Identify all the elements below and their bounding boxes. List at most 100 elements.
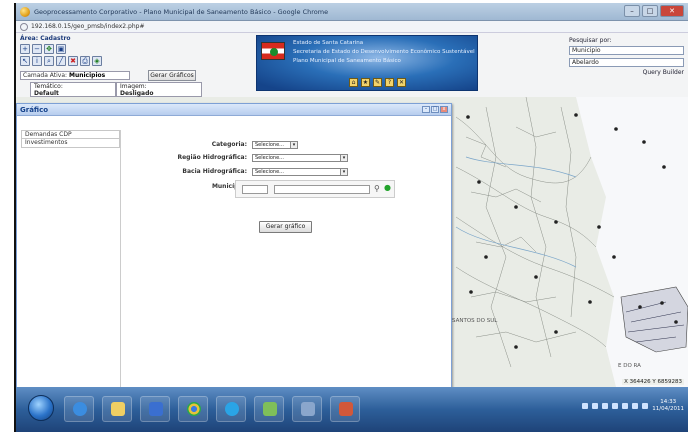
select-icon[interactable]: ↖ [20,56,30,66]
search-icon[interactable]: ⚲ [374,184,380,193]
tray-icon[interactable] [582,403,588,409]
categoria-value: Selecione... [255,142,284,148]
home-icon[interactable]: ⌂ [349,78,358,87]
network-icon[interactable] [642,403,648,409]
municipio-picker: ⚲ ● [235,180,395,198]
dialog-title: Gráfico [20,106,49,114]
app-icon [263,402,277,416]
tematico-box[interactable]: Temático: Default [30,82,116,97]
banner-line-3: Plano Municipal de Saneamento Básico [293,58,401,64]
zoom-in-icon[interactable]: + [20,44,30,54]
imagem-box[interactable]: Imagem: Desligado [116,82,202,97]
add-icon[interactable]: ● [384,183,391,192]
state-flag-icon [261,42,285,60]
taskbar-media[interactable] [140,396,170,422]
tray-icon[interactable] [622,403,628,409]
municipio-code-input[interactable] [242,185,268,194]
taskbar-powerpoint[interactable] [330,396,360,422]
page-icon [20,23,28,31]
banner-icons: ⌂ ★ ✎ ? ✕ [349,78,406,87]
clock[interactable]: 14:33 11/04/2011 [652,399,684,413]
taskbar-explorer[interactable] [102,396,132,422]
header-banner: Estado de Santa Catarina Secretaria de E… [256,35,478,91]
nav-item-demandas[interactable]: Demandas CDP [21,130,120,139]
pan-icon[interactable]: ✥ [44,44,54,54]
info-icon[interactable]: i [32,56,42,66]
zoom-out-icon[interactable]: − [32,44,42,54]
search-field-select[interactable]: Municipio [569,46,684,55]
imagem-label: Imagem: [120,83,147,90]
regiao-value: Selecione... [255,155,284,161]
camada-label: Camada Ativa: [23,72,68,79]
close-button[interactable]: ✕ [660,5,684,17]
tray-icon[interactable] [612,403,618,409]
search-label: Pesquisar por: [569,37,612,44]
bacia-value: Selecione... [255,169,284,175]
window-controls: – □ ✕ [624,5,684,17]
dialog-minimize-button[interactable]: – [422,106,430,113]
edit-icon[interactable]: ✎ [373,78,382,87]
browser-titlebar: Geoprocessamento Corporativo - Plano Mun… [16,3,688,21]
chevron-down-icon: ▾ [290,142,297,148]
search-icon[interactable]: ⌕ [44,56,54,66]
help-icon[interactable]: ? [385,78,394,87]
taskbar-window[interactable] [292,396,322,422]
window-icon [301,402,315,416]
nav-item-investimentos[interactable]: Investimentos [21,139,120,148]
clock-time: 14:33 [660,399,677,405]
bacia-select[interactable]: Selecione... ▾ [252,168,348,176]
folder-icon [111,402,125,416]
municipio-name-input[interactable] [274,185,370,194]
windows-taskbar: 14:33 11/04/2011 [16,387,688,432]
tool-row-1: + − ✥ ▣ [20,44,170,54]
dialog-maximize-button[interactable]: □ [431,106,439,113]
camada-value: Municipios [68,72,106,79]
url-text[interactable]: 192.168.0.15/geo_pmsb/index2.php# [31,23,144,30]
chevron-down-icon: ▾ [340,155,347,161]
chevron-down-icon: ▾ [340,169,347,175]
skype-icon [225,402,239,416]
camada-ativa[interactable]: Camada Ativa: Municipios [20,71,130,80]
banner-line-1: Estado de Santa Catarina [293,40,364,46]
dialog-close-button[interactable]: x [440,106,448,113]
start-button[interactable] [28,395,54,421]
categoria-select[interactable]: Selecione... ▾ [252,141,298,149]
tool-row-2: ↖ i ⌕ ╱ ✖ ⎙ ◈ [20,56,170,66]
media-icon [149,402,163,416]
dialog-header[interactable]: Gráfico – □ x [17,104,451,116]
volume-icon[interactable] [632,403,638,409]
exit-icon[interactable]: ✕ [397,78,406,87]
tray-icon[interactable] [602,403,608,409]
taskbar-ie[interactable] [64,396,94,422]
grafico-dialog: Gráfico – □ x Demandas CDP Investimentos… [16,103,452,391]
print-icon[interactable]: ⎙ [80,56,90,66]
star-icon[interactable]: ★ [361,78,370,87]
taskbar-chrome[interactable] [178,396,208,422]
search-panel: Pesquisar por: Municipio Abelardo Query … [569,37,684,76]
address-bar[interactable]: 192.168.0.15/geo_pmsb/index2.php# [16,21,688,33]
full-extent-icon[interactable]: ▣ [56,44,66,54]
bacia-label: Bacia Hidrográfica: [182,168,247,175]
banner-line-2: Secretaria de Estado do Desenvolvimento … [293,49,475,55]
gerar-grafico-button[interactable]: Gerar gráfico [259,221,312,233]
clear-icon[interactable]: ✖ [68,56,78,66]
minimize-button[interactable]: – [624,5,640,17]
query-builder-link[interactable]: Query Builder [569,69,684,76]
maximize-button[interactable]: □ [642,5,658,17]
layers-icon[interactable]: ◈ [92,56,102,66]
tematico-label: Temático: [34,83,63,90]
system-tray [582,403,648,409]
app-header: Área: Cadastro + − ✥ ▣ ↖ i ⌕ ╱ ✖ ⎙ ◈ Cam… [16,33,688,97]
app-globe-icon [20,7,30,17]
tray-icon[interactable] [592,403,598,409]
search-input[interactable]: Abelardo [569,58,684,67]
map-label-lakes: SANTOS DO SUL [452,318,498,324]
taskbar-app[interactable] [254,396,284,422]
screen-margin [0,0,14,432]
map-label-coast: E DO RA [618,363,641,369]
taskbar-skype[interactable] [216,396,246,422]
measure-icon[interactable]: ╱ [56,56,66,66]
gerar-graficos-button[interactable]: Gerar Gráficos [148,70,196,81]
regiao-select[interactable]: Selecione... ▾ [252,154,348,162]
chrome-icon [187,402,201,416]
